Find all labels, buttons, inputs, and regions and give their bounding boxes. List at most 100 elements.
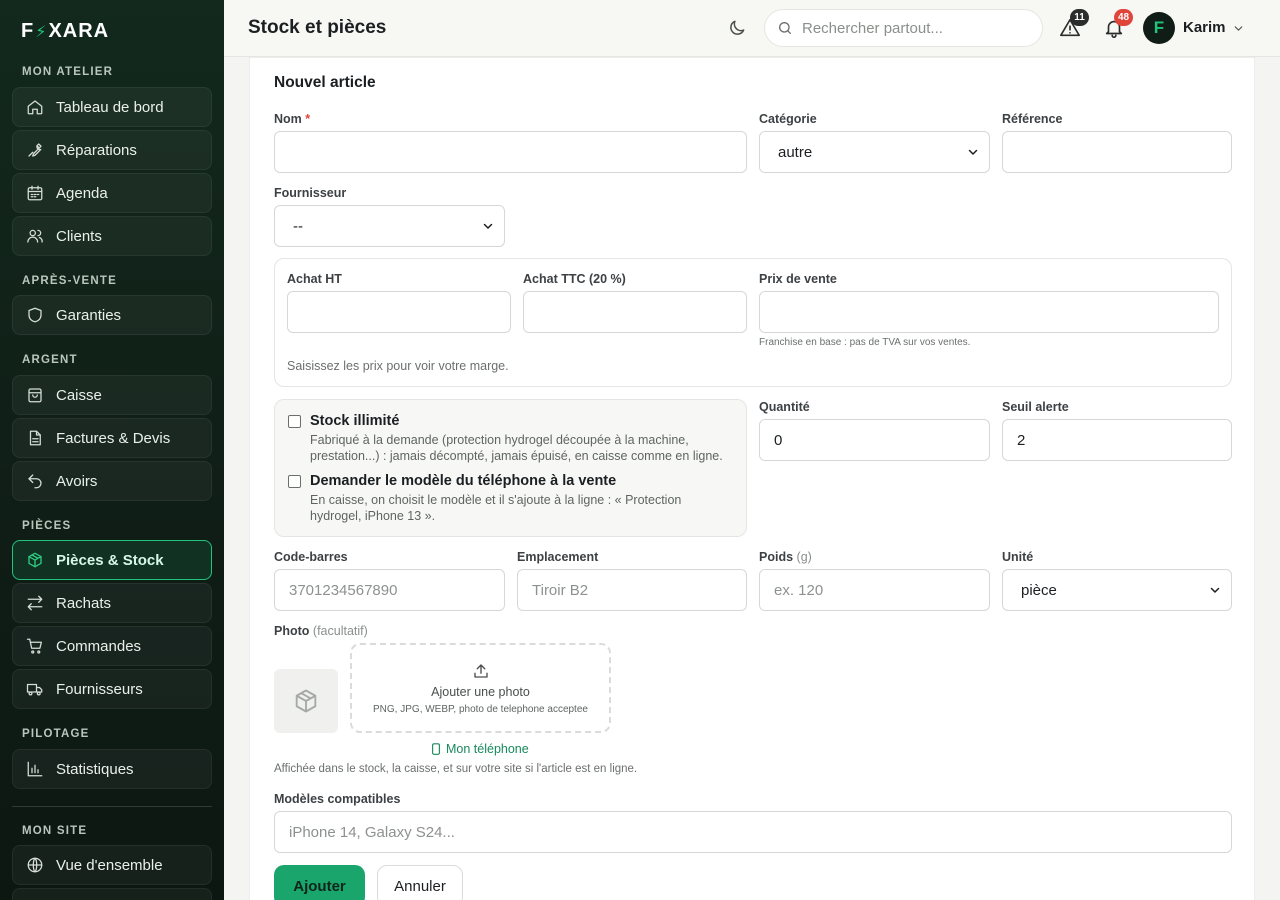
sidebar-item-label: Garanties xyxy=(56,306,122,324)
sale-price-input[interactable] xyxy=(759,291,1219,333)
sidebar-item-invoices[interactable]: Factures & Devis xyxy=(12,418,212,458)
avatar[interactable]: F xyxy=(1143,12,1175,44)
search-input[interactable] xyxy=(802,19,1022,37)
sidebar-item-partial[interactable] xyxy=(12,888,212,900)
compatible-models-input[interactable] xyxy=(274,811,1232,853)
box-icon xyxy=(28,552,42,568)
name-label: Nom * xyxy=(274,112,311,126)
notifications-button[interactable]: 48 xyxy=(1103,9,1134,39)
purchase-ht-label: Achat HT xyxy=(287,272,342,286)
weight-input[interactable] xyxy=(759,569,990,611)
purchase-ttc-label: Achat TTC (20 %) xyxy=(523,272,626,286)
photo-add-label: Ajouter une photo xyxy=(431,685,530,699)
threshold-label: Seuil alerte xyxy=(1002,400,1069,414)
weight-label: Poids (g) xyxy=(759,550,812,564)
page-title: Stock et pièces xyxy=(248,17,387,38)
name-input[interactable] xyxy=(274,131,747,173)
upload-icon xyxy=(473,664,488,678)
ask-model-desc-1: En caisse, on choisit le modèle et il s'… xyxy=(310,493,682,507)
home-icon xyxy=(27,100,43,115)
chevron-down-icon xyxy=(1210,587,1220,593)
reference-input[interactable] xyxy=(1002,131,1232,173)
category-selected-value: autre xyxy=(778,143,813,161)
chevron-down-icon[interactable] xyxy=(1232,22,1245,35)
add-button[interactable]: Ajouter xyxy=(274,865,365,900)
sale-price-label: Prix de vente xyxy=(759,272,837,286)
users-icon xyxy=(27,229,43,243)
sidebar-item-label: Avoirs xyxy=(56,472,98,490)
sidebar-item-repairs[interactable]: Réparations xyxy=(12,130,212,170)
app-logo[interactable]: F ⚡ XARA xyxy=(21,20,109,43)
supplier-select[interactable]: -- xyxy=(274,205,505,247)
shield-icon xyxy=(28,307,42,323)
search-icon xyxy=(779,22,791,34)
sidebar-item-label: Clients xyxy=(56,227,102,245)
phone-icon xyxy=(432,743,440,755)
globe-icon xyxy=(27,857,43,873)
unlimited-stock-checkbox[interactable] xyxy=(288,415,301,428)
photo-dropzone[interactable]: Ajouter une photo PNG, JPG, WEBP, photo … xyxy=(350,643,611,733)
purchase-ht-input[interactable] xyxy=(287,291,511,333)
sidebar-divider xyxy=(12,806,212,807)
my-phone-link[interactable]: Mon téléphone xyxy=(431,742,529,756)
sidebar-item-label: Réparations xyxy=(56,141,137,159)
sidebar-item-label: Vue d'ensemble xyxy=(56,856,163,874)
ask-model-desc-2: hydrogel, iPhone 13 ». xyxy=(310,509,436,523)
sidebar-item-credits[interactable]: Avoirs xyxy=(12,461,212,501)
sidebar-item-orders[interactable]: Commandes xyxy=(12,626,212,666)
notifications-badge: 48 xyxy=(1114,9,1134,26)
sidebar-item-site-overview[interactable]: Vue d'ensemble xyxy=(12,845,212,885)
barcode-input[interactable] xyxy=(274,569,505,611)
unlimited-stock-desc-2: prestation...) : jamais décompté, jamais… xyxy=(310,449,723,463)
sidebar-item-label: Tableau de bord xyxy=(56,98,164,116)
sidebar-item-statistics[interactable]: Statistiques xyxy=(12,749,212,789)
section-title-atelier: MON ATELIER xyxy=(22,66,114,78)
sidebar-item-suppliers[interactable]: Fournisseurs xyxy=(12,669,212,709)
user-name[interactable]: Karim xyxy=(1183,19,1226,36)
exchange-icon xyxy=(27,595,43,611)
category-select[interactable]: autre xyxy=(759,131,990,173)
sidebar-item-label: Fournisseurs xyxy=(56,680,143,698)
bolt-icon: ⚡ xyxy=(35,23,48,41)
sidebar-item-buybacks[interactable]: Rachats xyxy=(12,583,212,623)
moon-icon[interactable] xyxy=(727,18,747,38)
chevron-down-icon xyxy=(483,223,493,229)
sidebar-item-cashier[interactable]: Caisse xyxy=(12,375,212,415)
location-input[interactable] xyxy=(517,569,747,611)
section-title-pieces: PIÈCES xyxy=(22,520,72,532)
photo-hint: Affichée dans le stock, la caisse, et su… xyxy=(274,763,638,775)
wrench-icon xyxy=(28,143,42,157)
section-title-mon-site: MON SITE xyxy=(22,825,88,837)
supplier-selected-value: -- xyxy=(293,217,303,235)
reference-label: Référence xyxy=(1002,112,1063,126)
sidebar-item-warranties[interactable]: Garanties xyxy=(12,295,212,335)
form-title: Nouvel article xyxy=(274,74,376,91)
unit-select[interactable]: pièce xyxy=(1002,569,1232,611)
sidebar-item-clients[interactable]: Clients xyxy=(12,216,212,256)
box-icon xyxy=(295,689,317,713)
logo-text-prefix: F xyxy=(21,20,35,42)
sidebar-item-dashboard[interactable]: Tableau de bord xyxy=(12,87,212,127)
sidebar-item-label: Pièces & Stock xyxy=(56,551,164,569)
models-label: Modèles compatibles xyxy=(274,792,401,806)
sidebar-item-label: Factures & Devis xyxy=(56,429,171,447)
supplier-label: Fournisseur xyxy=(274,186,347,200)
document-icon xyxy=(29,430,41,446)
sidebar-item-agenda[interactable]: Agenda xyxy=(12,173,212,213)
top-header: Stock et pièces 11 48 F Karim xyxy=(224,0,1280,57)
unit-selected-value: pièce xyxy=(1021,581,1057,599)
chevron-down-icon xyxy=(968,149,978,155)
sidebar-item-label: Commandes xyxy=(56,637,142,655)
quantity-label: Quantité xyxy=(759,400,810,414)
sidebar: F ⚡ XARA MON ATELIER Tableau de bord Répar… xyxy=(0,0,224,900)
cancel-button[interactable]: Annuler xyxy=(377,865,463,900)
threshold-input[interactable] xyxy=(1002,419,1232,461)
sidebar-item-parts-stock[interactable]: Pièces & Stock xyxy=(12,540,212,580)
ask-model-checkbox[interactable] xyxy=(288,475,301,488)
my-phone-label: Mon téléphone xyxy=(446,742,529,756)
purchase-ttc-input[interactable] xyxy=(523,291,747,333)
alerts-button[interactable]: 11 xyxy=(1059,9,1089,39)
quantity-input[interactable] xyxy=(759,419,990,461)
global-search[interactable] xyxy=(764,9,1043,47)
unlimited-stock-desc-1: Fabriqué à la demande (protection hydrog… xyxy=(310,433,689,447)
